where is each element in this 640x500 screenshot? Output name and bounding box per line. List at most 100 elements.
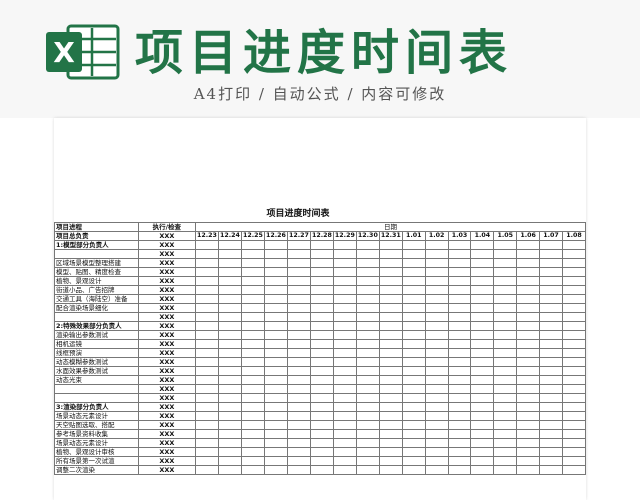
- schedule-cell[interactable]: [539, 348, 563, 358]
- schedule-cell[interactable]: [240, 285, 265, 295]
- schedule-cell[interactable]: [240, 294, 265, 304]
- schedule-cell[interactable]: [194, 384, 219, 394]
- schedule-cell[interactable]: [401, 267, 426, 277]
- schedule-cell[interactable]: [378, 285, 403, 295]
- schedule-cell[interactable]: [309, 249, 334, 259]
- schedule-cell[interactable]: [493, 447, 518, 457]
- schedule-cell[interactable]: [470, 411, 495, 421]
- schedule-cell[interactable]: [309, 285, 334, 295]
- exec-cell[interactable]: XXX: [137, 267, 196, 277]
- schedule-cell[interactable]: [561, 348, 587, 358]
- schedule-cell[interactable]: [493, 276, 518, 286]
- task-label[interactable]: 模型、贴图、精度检查: [54, 267, 139, 277]
- schedule-cell[interactable]: [470, 375, 495, 385]
- schedule-cell[interactable]: [470, 321, 495, 331]
- schedule-cell[interactable]: [401, 402, 426, 412]
- schedule-cell[interactable]: [561, 411, 587, 421]
- schedule-cell[interactable]: [217, 366, 242, 376]
- schedule-cell[interactable]: [332, 402, 357, 412]
- exec-cell[interactable]: XXX: [137, 465, 196, 475]
- schedule-cell[interactable]: [378, 339, 403, 349]
- task-label[interactable]: 场景动态元素设计: [54, 438, 139, 448]
- schedule-cell[interactable]: [263, 402, 288, 412]
- schedule-cell[interactable]: [470, 339, 495, 349]
- schedule-cell[interactable]: [286, 312, 311, 322]
- schedule-cell[interactable]: [424, 285, 449, 295]
- schedule-cell[interactable]: [424, 429, 449, 439]
- schedule-cell[interactable]: [286, 276, 311, 286]
- schedule-cell[interactable]: [378, 429, 403, 439]
- schedule-cell[interactable]: [240, 456, 265, 466]
- schedule-cell[interactable]: [470, 429, 495, 439]
- schedule-cell[interactable]: [263, 348, 288, 358]
- task-label[interactable]: 调整二次渲染: [54, 465, 139, 475]
- schedule-cell[interactable]: [240, 249, 265, 259]
- schedule-cell[interactable]: [286, 375, 311, 385]
- schedule-cell[interactable]: [424, 384, 449, 394]
- schedule-cell[interactable]: [539, 366, 563, 376]
- schedule-cell[interactable]: [378, 411, 403, 421]
- schedule-cell[interactable]: [539, 330, 563, 340]
- schedule-cell[interactable]: [355, 420, 380, 430]
- schedule-cell[interactable]: [470, 393, 495, 403]
- schedule-cell[interactable]: [447, 393, 472, 403]
- schedule-cell[interactable]: [561, 267, 587, 277]
- exec-cell[interactable]: XXX: [137, 393, 196, 403]
- schedule-cell[interactable]: [309, 366, 334, 376]
- schedule-cell[interactable]: [355, 465, 380, 475]
- schedule-cell[interactable]: [493, 330, 518, 340]
- schedule-cell[interactable]: [447, 339, 472, 349]
- schedule-cell[interactable]: [424, 447, 449, 457]
- schedule-cell[interactable]: [539, 393, 563, 403]
- schedule-cell[interactable]: [401, 375, 426, 385]
- section-label[interactable]: 1:模型部分负责人: [54, 240, 139, 250]
- schedule-cell[interactable]: [217, 285, 242, 295]
- schedule-cell[interactable]: [355, 240, 380, 250]
- schedule-cell[interactable]: [470, 438, 495, 448]
- schedule-cell[interactable]: [493, 258, 518, 268]
- schedule-cell[interactable]: [447, 276, 472, 286]
- schedule-cell[interactable]: [378, 393, 403, 403]
- schedule-cell[interactable]: [493, 321, 518, 331]
- schedule-cell[interactable]: [286, 267, 311, 277]
- schedule-cell[interactable]: [493, 348, 518, 358]
- schedule-cell[interactable]: [470, 348, 495, 358]
- schedule-cell[interactable]: [539, 294, 563, 304]
- schedule-cell[interactable]: [378, 267, 403, 277]
- schedule-cell[interactable]: [309, 447, 334, 457]
- exec-cell[interactable]: XXX: [137, 402, 196, 412]
- schedule-cell[interactable]: [539, 429, 563, 439]
- schedule-cell[interactable]: [286, 258, 311, 268]
- schedule-cell[interactable]: [217, 456, 242, 466]
- schedule-cell[interactable]: [355, 312, 380, 322]
- schedule-cell[interactable]: [470, 285, 495, 295]
- schedule-cell[interactable]: [332, 294, 357, 304]
- schedule-cell[interactable]: [240, 393, 265, 403]
- schedule-cell[interactable]: [493, 285, 518, 295]
- schedule-cell[interactable]: [378, 384, 403, 394]
- schedule-cell[interactable]: [194, 240, 219, 250]
- schedule-cell[interactable]: [355, 456, 380, 466]
- schedule-cell[interactable]: [240, 240, 265, 250]
- schedule-cell[interactable]: [355, 447, 380, 457]
- schedule-cell[interactable]: [493, 249, 518, 259]
- schedule-cell[interactable]: [401, 348, 426, 358]
- schedule-cell[interactable]: [493, 429, 518, 439]
- schedule-cell[interactable]: [217, 303, 242, 313]
- exec-cell[interactable]: XXX: [137, 312, 196, 322]
- schedule-cell[interactable]: [561, 258, 587, 268]
- exec-cell[interactable]: XXX: [137, 366, 196, 376]
- schedule-cell[interactable]: [539, 357, 563, 367]
- schedule-cell[interactable]: [263, 447, 288, 457]
- schedule-cell[interactable]: [240, 438, 265, 448]
- schedule-cell[interactable]: [309, 312, 334, 322]
- schedule-cell[interactable]: [401, 411, 426, 421]
- schedule-cell[interactable]: [470, 258, 495, 268]
- schedule-cell[interactable]: [355, 276, 380, 286]
- schedule-cell[interactable]: [561, 420, 587, 430]
- schedule-cell[interactable]: [516, 357, 541, 367]
- schedule-cell[interactable]: [516, 285, 541, 295]
- task-label[interactable]: 参考场景资料收集: [54, 429, 139, 439]
- schedule-cell[interactable]: [194, 330, 219, 340]
- schedule-cell[interactable]: [516, 249, 541, 259]
